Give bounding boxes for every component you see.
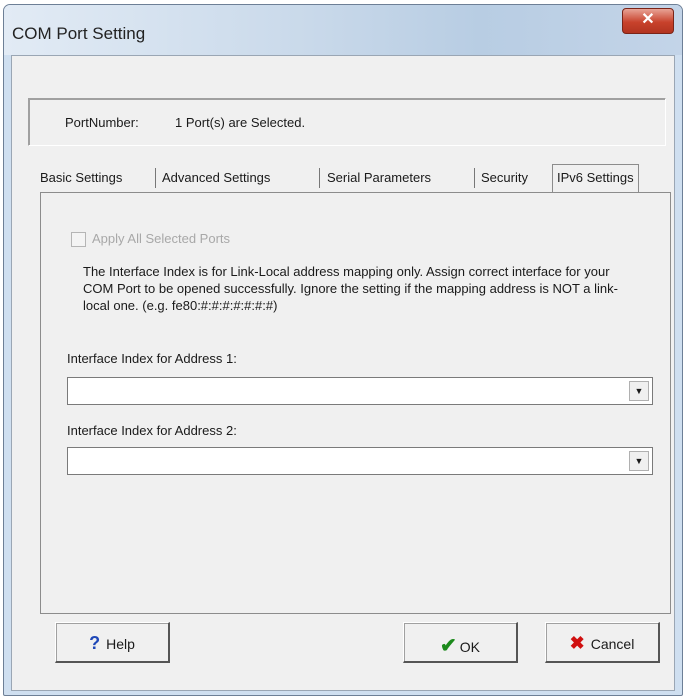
dialog-window: COM Port Setting ✕ PortNumber: 1 Port(s)… xyxy=(3,4,683,696)
checkmark-icon: ✔ xyxy=(440,635,457,657)
tab-advanced-settings[interactable]: Advanced Settings xyxy=(162,170,270,185)
tab-separator xyxy=(319,168,320,188)
address2-label: Interface Index for Address 2: xyxy=(67,423,237,438)
ipv6-settings-panel: Apply All Selected Ports The Interface I… xyxy=(40,192,671,614)
chevron-down-icon[interactable]: ▼ xyxy=(629,451,649,471)
apply-all-row: Apply All Selected Ports xyxy=(71,231,231,248)
tab-serial-parameters[interactable]: Serial Parameters xyxy=(327,170,431,185)
tab-separator xyxy=(474,168,475,188)
port-number-label: PortNumber: xyxy=(65,115,139,130)
tab-ipv6-settings[interactable]: IPv6 Settings xyxy=(552,164,639,193)
chevron-down-icon[interactable]: ▼ xyxy=(629,381,649,401)
address1-interface-select[interactable]: ▼ xyxy=(67,377,653,405)
port-number-value: 1 Port(s) are Selected. xyxy=(175,115,306,130)
address2-interface-select[interactable]: ▼ xyxy=(67,447,653,475)
tab-separator xyxy=(155,168,156,188)
question-mark-icon: ? xyxy=(89,633,101,653)
interface-index-info-text: The Interface Index is for Link-Local ad… xyxy=(83,264,618,313)
ok-button-label: OK xyxy=(459,639,480,655)
cancel-button[interactable]: ✖ Cancel xyxy=(545,622,660,663)
apply-all-checkbox[interactable] xyxy=(71,232,86,248)
dialog-client-area: PortNumber: 1 Port(s) are Selected. Basi… xyxy=(11,55,675,691)
window-title: COM Port Setting xyxy=(12,24,146,43)
tab-basic-settings[interactable]: Basic Settings xyxy=(40,170,122,185)
title-bar[interactable]: COM Port Setting ✕ xyxy=(4,5,682,55)
help-button-label: Help xyxy=(106,636,135,652)
tab-security[interactable]: Security xyxy=(481,170,528,185)
address1-label: Interface Index for Address 1: xyxy=(67,351,237,366)
x-icon: ✖ xyxy=(569,633,585,653)
close-button[interactable]: ✕ xyxy=(622,8,674,34)
ok-button[interactable]: ✔ OK xyxy=(403,622,518,663)
help-button[interactable]: ? Help xyxy=(55,622,170,663)
port-number-box: PortNumber: 1 Port(s) are Selected. xyxy=(28,98,666,146)
close-icon: ✕ xyxy=(641,11,655,28)
apply-all-label: Apply All Selected Ports xyxy=(92,231,231,246)
cancel-button-label: Cancel xyxy=(590,636,635,652)
